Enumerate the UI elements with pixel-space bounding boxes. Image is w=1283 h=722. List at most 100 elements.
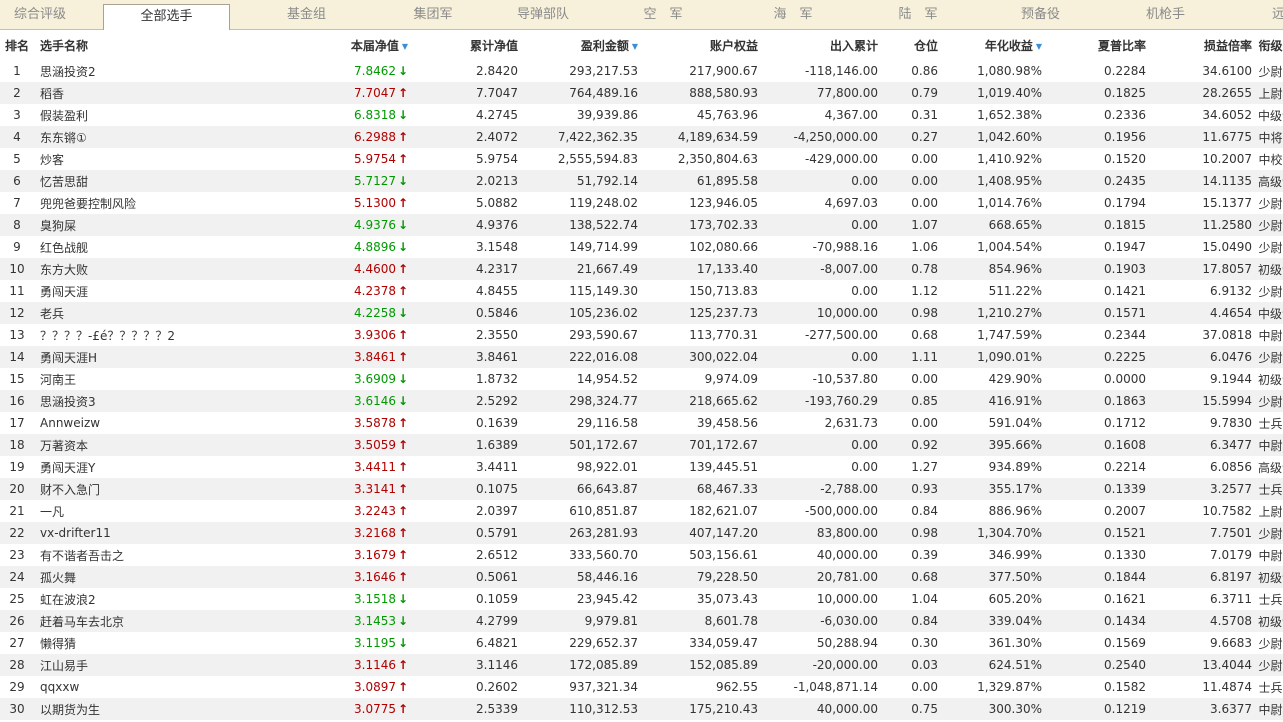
col-name-header[interactable]: 选手名称 xyxy=(34,30,244,60)
tab-rating[interactable]: 综合评级 xyxy=(0,0,80,29)
col-nav-header[interactable]: 本届净值 ▼ xyxy=(244,30,414,60)
table-row[interactable]: 25 虹在波浪2 3.1518 ↓ 0.1059 23,945.42 35,073.43 10… xyxy=(0,588,1283,610)
table-row[interactable]: 14 勇闯天涯H 3.8461 ↑ 3.8461 222,016.08 300,022.04… xyxy=(0,346,1283,368)
flow-cell: 2,631.73 xyxy=(824,416,878,430)
table-row[interactable]: 1 思涵投资2 7.8462 ↓ 2.8420 293,217.53 217,900.67-… xyxy=(0,60,1283,82)
player-name-cell[interactable]: 河南王 xyxy=(34,368,244,390)
table-row[interactable]: 26 赶着马车去北京 3.1453 ↓ 4.2799 9,979.81 8,601.78 -6… xyxy=(0,610,1283,632)
tab-fund-group[interactable]: 基金组 xyxy=(230,0,383,29)
col-cum-nav-header[interactable]: 累计净值 xyxy=(414,30,524,60)
player-name-cell[interactable]: 假装盈利 xyxy=(34,104,244,126)
col-cum-nav-label: 累计净值 xyxy=(469,38,518,53)
tab-army-group[interactable]: 集团军 xyxy=(383,0,483,29)
table-row[interactable]: 11 勇闯天涯 4.2378 ↑ 4.8455 115,149.30 150,713.83 0… xyxy=(0,280,1283,302)
position-cell: 0.68 xyxy=(884,566,944,588)
arrow-up-icon: ↑ xyxy=(398,86,409,100)
table-row[interactable]: 29 qqxxw 3.0897 ↑ 0.2602 937,321.34 962.55 -1,0… xyxy=(0,676,1283,698)
table-row[interactable]: 8 臭狗屎 4.9376 ↓ 4.9376 138,522.74 173,702.33 0.0… xyxy=(0,214,1283,236)
table-row[interactable]: 19 勇闯天涯Y 3.4411 ↑ 3.4411 98,922.01 139,445.51 0… xyxy=(0,456,1283,478)
player-name-cell[interactable]: 炒客 xyxy=(34,148,244,170)
nav-cell: 4.4600 ↑ xyxy=(244,258,414,280)
player-name-cell[interactable]: 勇闯天涯 xyxy=(34,280,244,302)
player-name-cell[interactable]: 思涵投资2 xyxy=(34,60,244,82)
player-name-cell[interactable]: 东方大败 xyxy=(34,258,244,280)
table-row[interactable]: 23 有不谐者吾击之 3.1679 ↑ 2.6512 333,560.70 503,156.… xyxy=(0,544,1283,566)
table-row[interactable]: 10 东方大败 4.4600 ↑ 4.2317 21,667.49 17,133.40 -8,… xyxy=(0,258,1283,280)
table-row[interactable]: 9 红色战舰 4.8896 ↓ 3.1548 149,714.99 102,080.66 -7… xyxy=(0,236,1283,258)
player-name-cell[interactable]: 一凡 xyxy=(34,500,244,522)
table-row[interactable]: 18 万著资本 3.5059 ↑ 1.6389 501,172.67 701,172.67 0… xyxy=(0,434,1283,456)
table-row[interactable]: 5 炒客 5.9754 ↑ 5.9754 2,555,594.83 2,350,804.63… xyxy=(0,148,1283,170)
pl-ratio-cell: 6.8197 xyxy=(1152,566,1258,588)
player-name-cell[interactable]: 红色战舰 xyxy=(34,236,244,258)
nav-cell: 3.4411 ↑ xyxy=(244,456,414,478)
table-row[interactable]: 7 兜兜爸要控制风险 5.1300 ↑ 5.0882 119,248.02 123,946.… xyxy=(0,192,1283,214)
col-rank-header[interactable]: 排名 xyxy=(0,30,34,60)
player-name-cell[interactable]: 东东锵① xyxy=(34,126,244,148)
player-name-cell[interactable]: 孤火舞 xyxy=(34,566,244,588)
col-equity-header[interactable]: 账户权益 xyxy=(644,30,764,60)
table-row[interactable]: 4 东东锵① 6.2988 ↑ 2.4072 7,422,362.35 4,189,634.… xyxy=(0,126,1283,148)
rank-cell: 16 xyxy=(0,390,34,412)
tab-air-force[interactable]: 空 军 xyxy=(603,0,723,29)
tab-missile-forces[interactable]: 导弹部队 xyxy=(483,0,603,29)
player-name-cell[interactable]: ？？？？-£é？？？？？2 xyxy=(34,324,244,346)
col-rankname-header[interactable]: 衔级 xyxy=(1258,30,1283,60)
table-row[interactable]: 13 ？？？？-£é？？？？？2 3.9306 ↑ 2.3550 293,590.67 11… xyxy=(0,324,1283,346)
table-row[interactable]: 12 老兵 4.2258 ↓ 0.5846 105,236.02 125,237.73 10,… xyxy=(0,302,1283,324)
table-row[interactable]: 17 Annweizw 3.5878 ↑ 0.1639 29,116.58 39,458.5… xyxy=(0,412,1283,434)
player-name-cell[interactable]: 以期货为生 xyxy=(34,698,244,720)
military-rank-cell: 少尉 xyxy=(1258,284,1283,299)
col-profit-header[interactable]: 盈利金额 ▼ xyxy=(524,30,644,60)
table-row[interactable]: 30 以期货为生 3.0775 ↑ 2.5339 110,312.53 175,210.43… xyxy=(0,698,1283,720)
player-name-cell[interactable]: 赶着马车去北京 xyxy=(34,610,244,632)
table-row[interactable]: 24 孤火舞 3.1646 ↑ 0.5061 58,446.16 79,228.50 20,7… xyxy=(0,566,1283,588)
player-name-cell[interactable]: 忆苦思甜 xyxy=(34,170,244,192)
table-row[interactable]: 2 稻香 7.7047 ↑ 7.7047 764,489.16 888,580.93 77,8… xyxy=(0,82,1283,104)
player-name-cell[interactable]: 勇闯天涯Y xyxy=(34,456,244,478)
player-name-cell[interactable]: Annweizw xyxy=(34,412,244,434)
tab-machine-gunner[interactable]: 机枪手 xyxy=(1108,0,1223,29)
sort-desc-icon[interactable]: ▼ xyxy=(1036,42,1042,51)
profit-cell: 293,217.53 xyxy=(569,64,638,78)
player-name-cell[interactable]: 财不入急门 xyxy=(34,478,244,500)
table-row[interactable]: 22 vx-drifter11 3.2168 ↑ 0.5791 263,281.93 407… xyxy=(0,522,1283,544)
player-name-cell[interactable]: qqxxw xyxy=(34,676,244,698)
table-row[interactable]: 16 思涵投资3 3.6146 ↓ 2.5292 298,324.77 218,665.62… xyxy=(0,390,1283,412)
table-row[interactable]: 28 江山易手 3.1146 ↑ 3.1146 172,085.89 152,085.89-… xyxy=(0,654,1283,676)
ranking-table: 排名 选手名称 本届净值 ▼ 累计净值 盈利金额 ▼ 账户权益 出入累计 仓位 年化收益 ▼ 夏普比率损… xyxy=(0,30,1283,720)
table-row[interactable]: 6 忆苦思甜 5.7127 ↓ 2.0213 51,792.14 61,895.58 0.00… xyxy=(0,170,1283,192)
player-name-cell[interactable]: 勇闯天涯H xyxy=(34,346,244,368)
profit-cell: 333,560.70 xyxy=(569,548,638,562)
sort-desc-icon[interactable]: ▼ xyxy=(632,42,638,51)
col-flow-header[interactable]: 出入累计 xyxy=(764,30,884,60)
tab-overflow[interactable]: 远 xyxy=(1255,0,1283,29)
col-annual-header[interactable]: 年化收益 ▼ xyxy=(944,30,1048,60)
col-sharpe-label: 夏普比率 xyxy=(1097,38,1146,53)
tab-reserve[interactable]: 预备役 xyxy=(973,0,1108,29)
player-name-cell[interactable]: vx-drifter11 xyxy=(34,522,244,544)
player-name-cell[interactable]: 江山易手 xyxy=(34,654,244,676)
col-position-header[interactable]: 仓位 xyxy=(884,30,944,60)
table-row[interactable]: 20 财不入急门 3.3141 ↑ 0.1075 66,643.87 68,467.33 -2… xyxy=(0,478,1283,500)
tab-navy[interactable]: 海 军 xyxy=(723,0,863,29)
col-pl-ratio-header[interactable]: 损益倍率 xyxy=(1152,30,1258,60)
tab-army[interactable]: 陆 军 xyxy=(863,0,973,29)
player-name-cell[interactable]: 万著资本 xyxy=(34,434,244,456)
table-row[interactable]: 21 一凡 3.2243 ↑ 2.0397 610,851.87 182,621.07 -50… xyxy=(0,500,1283,522)
player-name-cell[interactable]: 虹在波浪2 xyxy=(34,588,244,610)
player-name-cell[interactable]: 有不谐者吾击之 xyxy=(34,544,244,566)
player-name-cell[interactable]: 臭狗屎 xyxy=(34,214,244,236)
table-row[interactable]: 15 河南王 3.6909 ↓ 1.8732 14,954.52 9,974.09 -10,5… xyxy=(0,368,1283,390)
table-row[interactable]: 27 懒得猜 3.1195 ↓ 6.4821 229,652.37 334,059.47 50… xyxy=(0,632,1283,654)
player-name-cell[interactable]: 兜兜爸要控制风险 xyxy=(34,192,244,214)
rank-cell: 1 xyxy=(13,64,21,78)
player-name-cell[interactable]: 懒得猜 xyxy=(34,632,244,654)
sort-desc-icon[interactable]: ▼ xyxy=(402,42,408,51)
table-row[interactable]: 3 假装盈利 6.8318 ↓ 4.2745 39,939.86 45,763.96 4,36… xyxy=(0,104,1283,126)
col-sharpe-header[interactable]: 夏普比率 xyxy=(1048,30,1152,60)
player-name-cell[interactable]: 稻香 xyxy=(34,82,244,104)
player-name-cell[interactable]: 思涵投资3 xyxy=(34,390,244,412)
rank-cell: 17 xyxy=(9,416,25,430)
player-name-cell[interactable]: 老兵 xyxy=(34,302,244,324)
